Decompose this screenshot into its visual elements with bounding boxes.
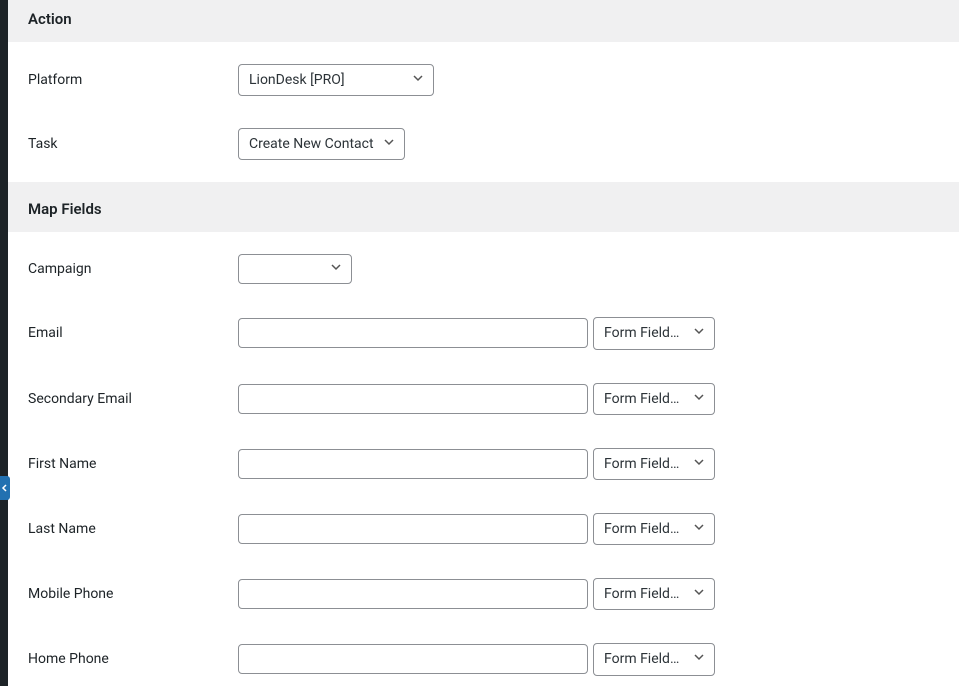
form-fields-select[interactable]: Form Fields...: [593, 317, 715, 349]
form-fields-select-value: Form Fields...: [593, 578, 715, 610]
map-field-label: Home Phone: [28, 651, 238, 667]
action-title: Action: [28, 10, 72, 28]
map-field-row: Secondary Email Form Fields...: [28, 383, 939, 415]
form-fields-select-value: Form Fields...: [593, 513, 715, 545]
main-content: Action Platform LionDesk [PRO] Task Crea…: [8, 0, 959, 686]
map-field-input[interactable]: [238, 384, 588, 414]
map-field-label: Email: [28, 325, 238, 341]
form-fields-select[interactable]: Form Fields...: [593, 643, 715, 675]
map-fields-title: Map Fields: [28, 200, 102, 218]
map-field-input[interactable]: [238, 579, 588, 609]
task-row: Task Create New Contact: [28, 128, 939, 160]
map-field-label: Last Name: [28, 521, 238, 537]
map-field-row: Mobile Phone Form Fields...: [28, 578, 939, 610]
map-field-input[interactable]: [238, 449, 588, 479]
map-field-label: First Name: [28, 456, 238, 472]
platform-select-value: LionDesk [PRO]: [238, 64, 434, 96]
map-fields-section-header: Map Fields: [8, 182, 959, 232]
task-label: Task: [28, 136, 238, 152]
sidebar-collapse-toggle[interactable]: [0, 476, 10, 500]
map-fields-section-body: Campaign Email Form Fields... Secondary …: [8, 232, 959, 686]
form-fields-select-value: Form Fields...: [593, 448, 715, 480]
task-select-value: Create New Contact: [238, 128, 405, 160]
chevron-left-icon: [1, 484, 9, 492]
map-field-input[interactable]: [238, 644, 588, 674]
task-select[interactable]: Create New Contact: [238, 128, 405, 160]
campaign-select[interactable]: [238, 254, 352, 284]
map-field-input[interactable]: [238, 514, 588, 544]
admin-sidebar: [0, 0, 8, 686]
map-field-row: First Name Form Fields...: [28, 448, 939, 480]
form-fields-select[interactable]: Form Fields...: [593, 513, 715, 545]
form-fields-select-value: Form Fields...: [593, 643, 715, 675]
map-field-label: Mobile Phone: [28, 586, 238, 602]
map-field-label: Secondary Email: [28, 391, 238, 407]
map-field-input[interactable]: [238, 318, 588, 348]
action-section-body: Platform LionDesk [PRO] Task Create New …: [8, 42, 959, 182]
map-field-row: Last Name Form Fields...: [28, 513, 939, 545]
form-fields-select[interactable]: Form Fields...: [593, 448, 715, 480]
campaign-row: Campaign: [28, 254, 939, 284]
platform-row: Platform LionDesk [PRO]: [28, 64, 939, 96]
campaign-select-value: [238, 254, 352, 284]
map-field-row: Email Form Fields...: [28, 317, 939, 349]
action-section-header: Action: [8, 0, 959, 42]
form-fields-select[interactable]: Form Fields...: [593, 578, 715, 610]
form-fields-select-value: Form Fields...: [593, 317, 715, 349]
campaign-label: Campaign: [28, 261, 238, 277]
form-fields-select-value: Form Fields...: [593, 383, 715, 415]
platform-select[interactable]: LionDesk [PRO]: [238, 64, 434, 96]
map-field-row: Home Phone Form Fields...: [28, 643, 939, 675]
form-fields-select[interactable]: Form Fields...: [593, 383, 715, 415]
platform-label: Platform: [28, 72, 238, 88]
